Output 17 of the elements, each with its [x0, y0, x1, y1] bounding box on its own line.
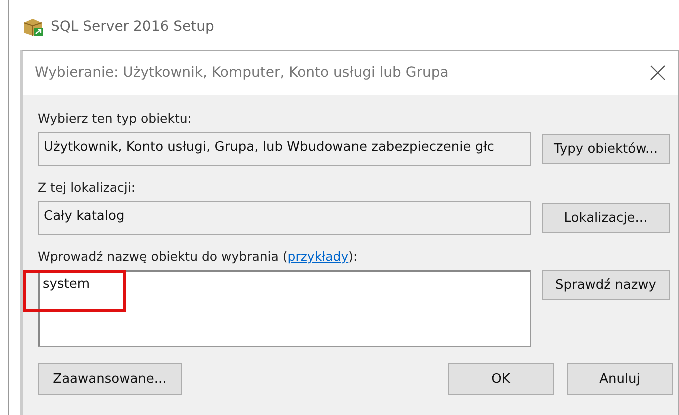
advanced-button[interactable]: Zaawansowane... — [38, 363, 182, 395]
field-label: Wprowadź nazwę obiektu do wybrania (przykłady): — [38, 249, 358, 264]
field-label: Wybierz ten typ obiektu: — [38, 111, 192, 126]
check-names-button[interactable]: Sprawdź nazwy — [542, 270, 670, 300]
object-name-field[interactable]: system — [38, 270, 531, 347]
field-label: Z tej lokalizacji: — [38, 180, 136, 195]
ok-button[interactable]: OK — [448, 363, 554, 395]
location-field: Cały katalog — [38, 201, 531, 235]
package-icon — [22, 17, 44, 37]
cancel-button[interactable]: Anuluj — [567, 363, 673, 395]
dialog-title: Wybieranie: Użytkownik, Komputer, Konto usługi lub Grupa — [35, 65, 449, 81]
locations-button[interactable]: Lokalizacje... — [542, 203, 670, 233]
object-types-button[interactable]: Typy obiektów... — [542, 134, 670, 164]
examples-link[interactable]: przykłady — [288, 249, 349, 264]
object-type-field: Użytkownik, Konto usługi, Grupa, lub Wbudowane zabezpieczenie głc — [38, 132, 531, 166]
window-title: SQL Server 2016 Setup — [51, 19, 214, 35]
close-icon[interactable] — [650, 65, 666, 81]
